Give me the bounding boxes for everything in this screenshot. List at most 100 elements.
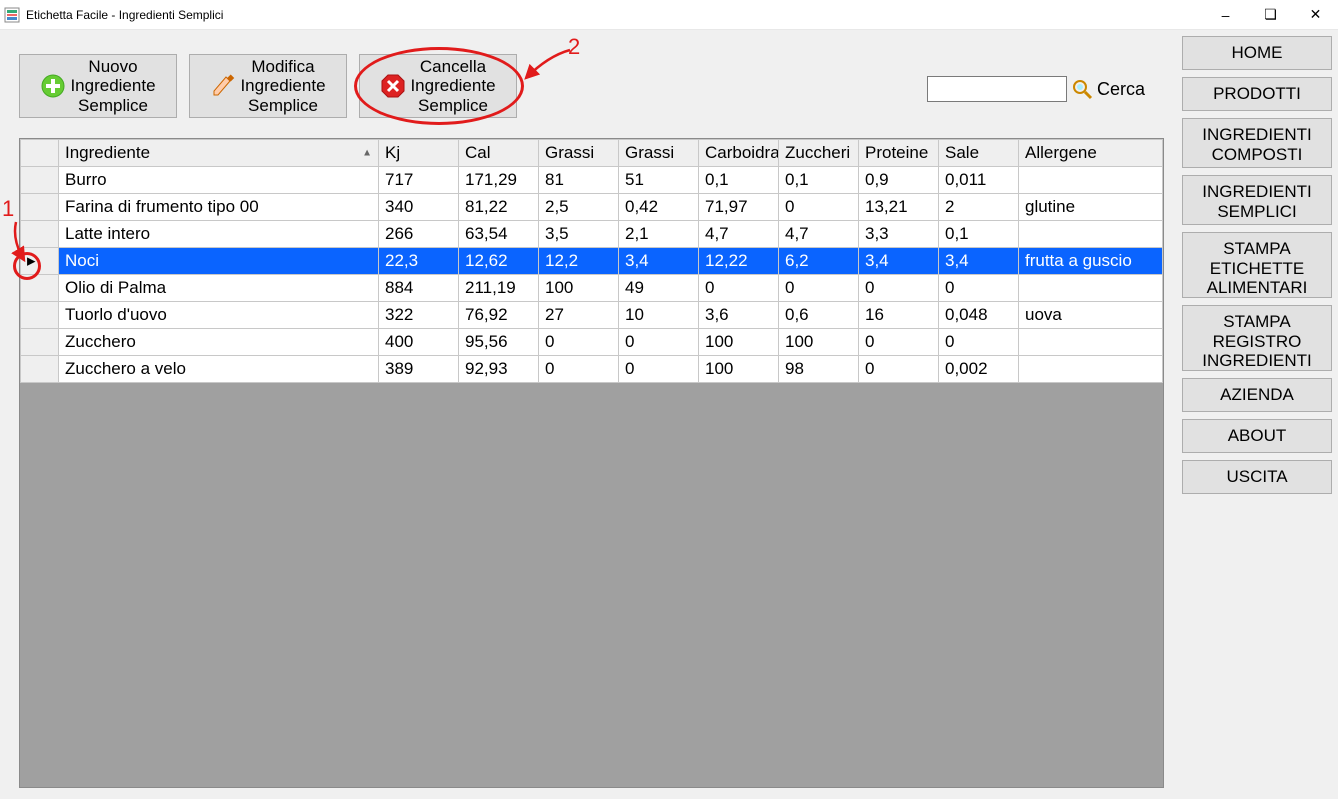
cell[interactable]: 0,011	[939, 167, 1019, 194]
cell[interactable]: 3,4	[859, 248, 939, 275]
cell[interactable]: 0,9	[859, 167, 939, 194]
cell[interactable]: 389	[379, 356, 459, 383]
cell[interactable]: Noci	[59, 248, 379, 275]
cell[interactable]: 0	[539, 329, 619, 356]
cell[interactable]	[1019, 356, 1163, 383]
cell[interactable]: 0	[619, 329, 699, 356]
nav-home[interactable]: HOME	[1182, 36, 1332, 70]
cell[interactable]: 95,56	[459, 329, 539, 356]
column-header[interactable]: Grassi	[539, 140, 619, 167]
delete-ingredient-button[interactable]: Cancella Ingrediente Semplice	[359, 54, 517, 118]
cell[interactable]: 2,1	[619, 221, 699, 248]
row-header[interactable]	[21, 302, 59, 329]
table-row[interactable]: Zucchero40095,560010010000	[21, 329, 1163, 356]
cell[interactable]: 81,22	[459, 194, 539, 221]
cell[interactable]: 340	[379, 194, 459, 221]
cell[interactable]: 0,048	[939, 302, 1019, 329]
cell[interactable]: 4,7	[779, 221, 859, 248]
cell[interactable]: glutine	[1019, 194, 1163, 221]
cell[interactable]: 0,42	[619, 194, 699, 221]
column-header[interactable]: Grassi	[619, 140, 699, 167]
cell[interactable]: 0,6	[779, 302, 859, 329]
cell[interactable]: 0	[699, 275, 779, 302]
search-input[interactable]	[927, 76, 1067, 102]
cell[interactable]: 6,2	[779, 248, 859, 275]
column-header[interactable]: Proteine	[859, 140, 939, 167]
cell[interactable]: 3,5	[539, 221, 619, 248]
cell[interactable]: 2,5	[539, 194, 619, 221]
table-row[interactable]: Zucchero a velo38992,93001009800,002	[21, 356, 1163, 383]
cell[interactable]: 92,93	[459, 356, 539, 383]
cell[interactable]: 0,002	[939, 356, 1019, 383]
cell[interactable]: 98	[779, 356, 859, 383]
cell[interactable]: 0	[859, 275, 939, 302]
cell[interactable]: 3,6	[699, 302, 779, 329]
cell[interactable]: 211,19	[459, 275, 539, 302]
search-icon[interactable]	[1071, 78, 1093, 100]
cell[interactable]: Farina di frumento tipo 00	[59, 194, 379, 221]
table-row[interactable]: Farina di frumento tipo 0034081,222,50,4…	[21, 194, 1163, 221]
nav-prodotti[interactable]: PRODOTTI	[1182, 77, 1332, 111]
nav-uscita[interactable]: USCITA	[1182, 460, 1332, 494]
cell[interactable]	[1019, 167, 1163, 194]
cell[interactable]: 27	[539, 302, 619, 329]
cell[interactable]: 717	[379, 167, 459, 194]
cell[interactable]: 0	[859, 356, 939, 383]
new-ingredient-button[interactable]: Nuovo Ingrediente Semplice	[19, 54, 177, 118]
cell[interactable]	[1019, 329, 1163, 356]
cell[interactable]: 100	[779, 329, 859, 356]
cell[interactable]: 400	[379, 329, 459, 356]
cell[interactable]: 12,62	[459, 248, 539, 275]
table-row[interactable]: Latte intero26663,543,52,14,74,73,30,1	[21, 221, 1163, 248]
cell[interactable]: 10	[619, 302, 699, 329]
cell[interactable]	[1019, 275, 1163, 302]
cell[interactable]: 0	[939, 329, 1019, 356]
row-header[interactable]	[21, 194, 59, 221]
cell[interactable]: 100	[699, 356, 779, 383]
table-row[interactable]: Burro717171,2981510,10,10,90,011	[21, 167, 1163, 194]
nav-stampa-registro[interactable]: STAMPA REGISTRO INGREDIENTI	[1182, 305, 1332, 371]
cell[interactable]: 49	[619, 275, 699, 302]
cell[interactable]: frutta a guscio	[1019, 248, 1163, 275]
nav-ingredienti-semplici[interactable]: INGREDIENTI SEMPLICI	[1182, 175, 1332, 225]
cell[interactable]: Tuorlo d'uovo	[59, 302, 379, 329]
cell[interactable]: Olio di Palma	[59, 275, 379, 302]
cell[interactable]: 3,4	[939, 248, 1019, 275]
modify-ingredient-button[interactable]: Modifica Ingrediente Semplice	[189, 54, 347, 118]
column-header[interactable]: Ingrediente▲	[59, 140, 379, 167]
cell[interactable]: 0	[619, 356, 699, 383]
cell[interactable]: 0,1	[699, 167, 779, 194]
nav-stampa-etichette[interactable]: STAMPA ETICHETTE ALIMENTARI	[1182, 232, 1332, 298]
cell[interactable]: 0	[779, 275, 859, 302]
cell[interactable]: 3,4	[619, 248, 699, 275]
cell[interactable]: 100	[699, 329, 779, 356]
cell[interactable]: 22,3	[379, 248, 459, 275]
close-button[interactable]: ✕	[1293, 0, 1338, 30]
row-header[interactable]	[21, 275, 59, 302]
column-header[interactable]: Cal	[459, 140, 539, 167]
data-grid[interactable]: Ingrediente▲KjCalGrassiGrassiCarboidraZu…	[19, 138, 1164, 788]
row-header[interactable]	[21, 221, 59, 248]
nav-ingredienti-composti[interactable]: INGREDIENTI COMPOSTI	[1182, 118, 1332, 168]
column-header[interactable]: Carboidra	[699, 140, 779, 167]
cell[interactable]: 76,92	[459, 302, 539, 329]
nav-about[interactable]: ABOUT	[1182, 419, 1332, 453]
cell[interactable]: 322	[379, 302, 459, 329]
cell[interactable]: 0	[779, 194, 859, 221]
cell[interactable]: 4,7	[699, 221, 779, 248]
cell[interactable]: 13,21	[859, 194, 939, 221]
cell[interactable]: 16	[859, 302, 939, 329]
cell[interactable]: 0,1	[779, 167, 859, 194]
row-header[interactable]: ▸	[21, 248, 59, 275]
cell[interactable]: 266	[379, 221, 459, 248]
cell[interactable]: 884	[379, 275, 459, 302]
minimize-button[interactable]: –	[1203, 0, 1248, 30]
cell[interactable]: 71,97	[699, 194, 779, 221]
cell[interactable]: Zucchero	[59, 329, 379, 356]
cell[interactable]: 171,29	[459, 167, 539, 194]
cell[interactable]: 100	[539, 275, 619, 302]
column-header[interactable]: Sale	[939, 140, 1019, 167]
cell[interactable]: Zucchero a velo	[59, 356, 379, 383]
maximize-button[interactable]: ❏	[1248, 0, 1293, 30]
column-header[interactable]: Allergene	[1019, 140, 1163, 167]
